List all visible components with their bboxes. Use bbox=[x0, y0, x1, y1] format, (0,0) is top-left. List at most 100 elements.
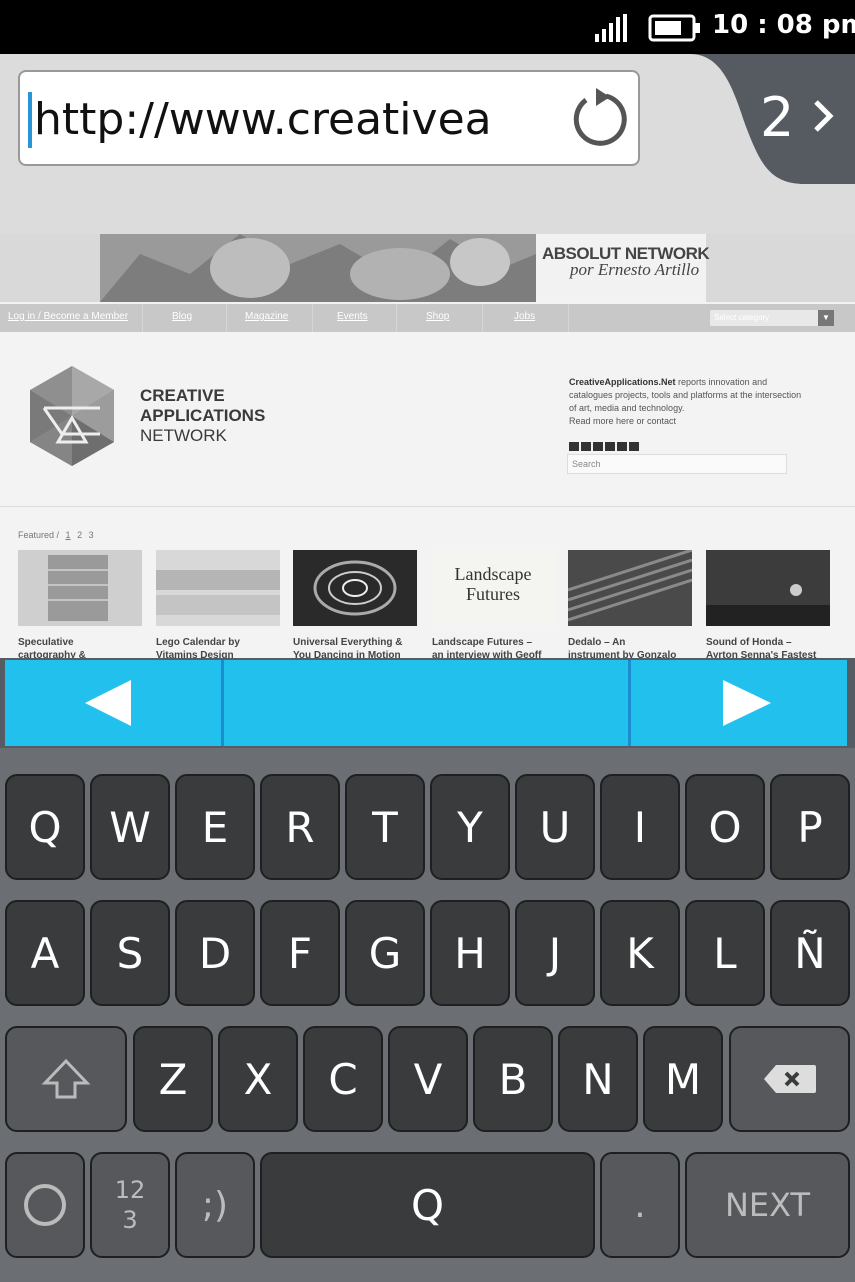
space-key[interactable]: Q bbox=[260, 1152, 595, 1258]
facebook-icon[interactable] bbox=[581, 442, 591, 451]
key-s[interactable]: S bbox=[90, 900, 170, 1006]
nav-events[interactable]: Events bbox=[337, 311, 368, 322]
key-label: G bbox=[368, 928, 402, 978]
key-i[interactable]: I bbox=[600, 774, 680, 880]
featured-title[interactable]: Speculative bbox=[18, 637, 150, 648]
key-k[interactable]: K bbox=[600, 900, 680, 1006]
key-q[interactable]: Q bbox=[5, 774, 85, 880]
key-f[interactable]: F bbox=[260, 900, 340, 1006]
featured-thumbnail[interactable] bbox=[568, 550, 692, 626]
key-p[interactable]: P bbox=[770, 774, 850, 880]
battery-icon bbox=[648, 14, 700, 42]
key-a[interactable]: A bbox=[5, 900, 85, 1006]
featured-page-3[interactable]: 3 bbox=[89, 530, 94, 540]
key-d[interactable]: D bbox=[175, 900, 255, 1006]
tumblr-icon[interactable] bbox=[617, 442, 627, 451]
logo-icon[interactable] bbox=[26, 364, 118, 468]
key-label: R bbox=[285, 802, 315, 852]
nav-magazine[interactable]: Magazine bbox=[245, 311, 288, 322]
emoji-key[interactable]: ;) bbox=[175, 1152, 255, 1258]
key-j[interactable]: J bbox=[515, 900, 595, 1006]
featured-page-1[interactable]: 1 bbox=[66, 530, 71, 540]
featured-thumbnail[interactable] bbox=[156, 550, 280, 626]
featured-subtitle[interactable]: Ayrton Senna's Fastest bbox=[706, 650, 838, 658]
triangle-right-icon[interactable] bbox=[631, 660, 847, 746]
triangle-left-icon[interactable] bbox=[5, 660, 221, 746]
featured-subtitle[interactable]: an interview with Geoff bbox=[432, 650, 564, 658]
key-v[interactable]: V bbox=[388, 1026, 468, 1132]
key-x[interactable]: X bbox=[218, 1026, 298, 1132]
next-key[interactable]: NEXT bbox=[685, 1152, 850, 1258]
featured-label: Featured / bbox=[18, 530, 60, 540]
category-select[interactable]: Select category ▼ bbox=[710, 310, 834, 326]
nav-jobs[interactable]: Jobs bbox=[514, 311, 535, 322]
key-u[interactable]: U bbox=[515, 774, 595, 880]
featured-title[interactable]: Dedalo – An bbox=[568, 637, 700, 648]
featured-thumbnail[interactable] bbox=[706, 550, 830, 626]
site-search-input[interactable]: Search bbox=[567, 454, 787, 474]
key-n[interactable]: N bbox=[558, 1026, 638, 1132]
key-w[interactable]: W bbox=[90, 774, 170, 880]
key-label: . bbox=[634, 1184, 646, 1226]
key-l[interactable]: L bbox=[685, 900, 765, 1006]
chevron-right-icon[interactable] bbox=[812, 96, 834, 136]
key-t[interactable]: T bbox=[345, 774, 425, 880]
featured-thumbnail[interactable] bbox=[293, 550, 417, 626]
key-r[interactable]: R bbox=[260, 774, 340, 880]
mic-key[interactable] bbox=[5, 1152, 85, 1258]
featured-subtitle[interactable]: Vitamins Design bbox=[156, 650, 288, 658]
key-enye[interactable]: Ñ bbox=[770, 900, 850, 1006]
key-z[interactable]: Z bbox=[133, 1026, 213, 1132]
numbers-key-line2: 3 bbox=[122, 1206, 138, 1234]
flickr-icon[interactable] bbox=[605, 442, 615, 451]
featured-page-2[interactable]: 2 bbox=[77, 530, 82, 540]
key-m[interactable]: M bbox=[643, 1026, 723, 1132]
featured-title[interactable]: Universal Everything & bbox=[293, 637, 425, 648]
featured-title[interactable]: Landscape Futures – bbox=[432, 637, 564, 648]
key-label: B bbox=[498, 1054, 528, 1104]
featured-thumbnail[interactable] bbox=[18, 550, 142, 626]
key-e[interactable]: E bbox=[175, 774, 255, 880]
key-c[interactable]: C bbox=[303, 1026, 383, 1132]
text-caret bbox=[28, 92, 32, 148]
key-g[interactable]: G bbox=[345, 900, 425, 1006]
keyboard: Q W E R T Y U I O P A S D F G H J K L Ñ … bbox=[0, 748, 855, 1282]
dropdown-arrow-icon[interactable]: ▼ bbox=[818, 310, 834, 326]
status-bar: 10 : 08 pm bbox=[0, 0, 855, 54]
rss-icon[interactable] bbox=[629, 442, 639, 451]
featured-subtitle[interactable]: You Dancing in Motion bbox=[293, 650, 425, 658]
featured-subtitle[interactable]: instrument by Gonzalo bbox=[568, 650, 700, 658]
nav-shop[interactable]: Shop bbox=[426, 311, 449, 322]
clock: 10 : 08 pm bbox=[712, 10, 855, 40]
dot-key[interactable]: . bbox=[600, 1152, 680, 1258]
shift-key[interactable] bbox=[5, 1026, 127, 1132]
key-label: T bbox=[372, 802, 398, 852]
about-line1-rest: reports innovation and bbox=[675, 377, 768, 387]
about-links[interactable]: Read more here or contact bbox=[569, 416, 676, 426]
bar-divider bbox=[221, 660, 224, 746]
browser-toolbar: http://www.creativea 2 bbox=[0, 54, 855, 234]
cursor-control-surface[interactable] bbox=[5, 660, 847, 746]
nav-login[interactable]: Log in / Become a Member bbox=[8, 311, 128, 322]
key-b[interactable]: B bbox=[473, 1026, 553, 1132]
webpage-viewport[interactable]: ABSOLUT NETWORK por Ernesto Artillo Log … bbox=[0, 234, 855, 658]
featured-subtitle[interactable]: cartography & bbox=[18, 650, 150, 658]
backspace-key[interactable] bbox=[729, 1026, 850, 1132]
featured-title[interactable]: Sound of Honda – bbox=[706, 637, 838, 648]
reload-icon[interactable] bbox=[566, 86, 630, 150]
key-label: Y bbox=[457, 802, 483, 852]
url-input[interactable]: http://www.creativea bbox=[18, 70, 640, 166]
key-label: Q bbox=[28, 802, 62, 852]
social-icons bbox=[569, 436, 641, 455]
key-o[interactable]: O bbox=[685, 774, 765, 880]
nav-blog[interactable]: Blog bbox=[172, 311, 192, 322]
key-label: X bbox=[243, 1054, 273, 1104]
twitter-icon[interactable] bbox=[569, 442, 579, 451]
tab-count[interactable]: 2 bbox=[760, 86, 794, 149]
vimeo-icon[interactable] bbox=[593, 442, 603, 451]
featured-title[interactable]: Lego Calendar by bbox=[156, 637, 288, 648]
key-h[interactable]: H bbox=[430, 900, 510, 1006]
numbers-key[interactable]: 12 3 bbox=[90, 1152, 170, 1258]
key-label: F bbox=[287, 928, 313, 978]
key-y[interactable]: Y bbox=[430, 774, 510, 880]
